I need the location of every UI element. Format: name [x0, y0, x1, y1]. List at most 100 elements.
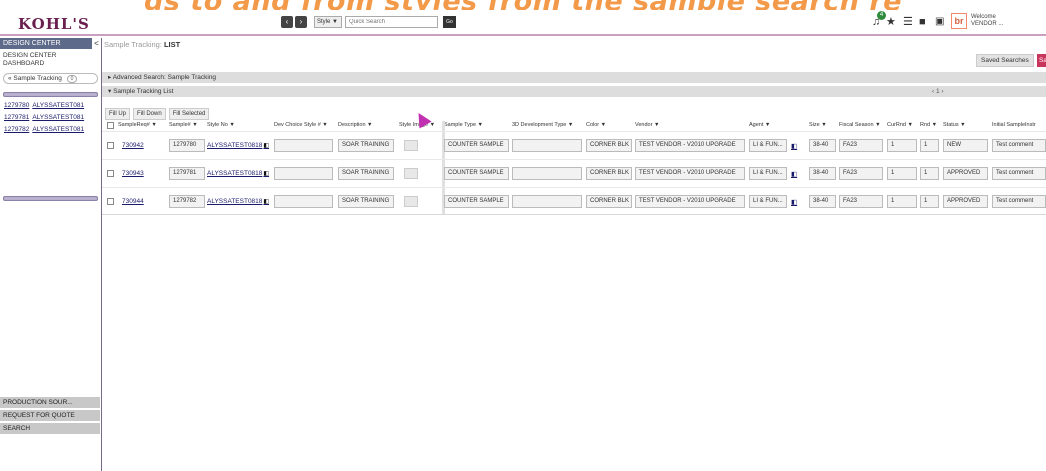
col-vendor[interactable]: Vendor ▼: [635, 122, 659, 128]
recent-item[interactable]: 1279780 ALYSSATEST081: [0, 100, 101, 112]
search-section[interactable]: SEARCH: [0, 423, 100, 435]
sample-number: 1279782: [169, 195, 205, 208]
table-body: 730942 1279780 ALYSSATEST0818◧ SOAR TRAI…: [102, 131, 1046, 215]
agent-lookup-icon[interactable]: ◧: [791, 142, 797, 150]
col-3d-dev-type[interactable]: 3D Development Type ▼: [512, 122, 573, 128]
col-currnd[interactable]: CurRnd ▼: [887, 122, 913, 128]
forward-arrow-icon[interactable]: ›: [295, 16, 307, 28]
rnd-field: 1: [920, 167, 939, 180]
production-sourcing-section[interactable]: PRODUCTION SOUR...: [0, 397, 100, 409]
col-initial-sample-instr[interactable]: Initial SampleInstr: [992, 122, 1036, 128]
style-image-placeholder-icon[interactable]: [404, 168, 418, 179]
col-status[interactable]: Status ▼: [943, 122, 966, 128]
col-style-no[interactable]: Style No ▼: [207, 122, 235, 128]
initial-instr-field: Test comment: [992, 167, 1046, 180]
recent-style[interactable]: ALYSSATEST081: [32, 126, 84, 133]
agent-field: LI & FUN...: [749, 139, 787, 152]
season-field: FA23: [839, 139, 883, 152]
col-samplereq[interactable]: SampleReq# ▼: [118, 122, 157, 128]
col-sample-type[interactable]: Sample Type ▼: [444, 122, 483, 128]
3d-dev-type-field[interactable]: [512, 139, 582, 152]
request-for-quote-section[interactable]: REQUEST FOR QUOTE: [0, 410, 100, 422]
collapse-icon[interactable]: <: [92, 38, 101, 49]
style-no-link[interactable]: ALYSSATEST0818◧: [207, 198, 269, 205]
top-bar: KOHL'S ‹ › Style ▼ Go ♫ 4 ★ ☰ ■ ▣ br Wel…: [0, 10, 1046, 36]
dev-choice-style-field[interactable]: [274, 195, 333, 208]
notification-badge: 4: [877, 11, 886, 20]
recent-item[interactable]: 1279782 ALYSSATEST081: [0, 124, 101, 136]
recent-item[interactable]: 1279781 ALYSSATEST081: [0, 112, 101, 124]
recent-style[interactable]: ALYSSATEST081: [32, 102, 84, 109]
table-row[interactable]: 730944 1279782 ALYSSATEST0818◧ SOAR TRAI…: [102, 187, 1046, 215]
col-color[interactable]: Color ▼: [586, 122, 606, 128]
col-dev-choice-style[interactable]: Dev Choice Style # ▼: [274, 122, 328, 128]
recent-id[interactable]: 1279781: [4, 114, 29, 121]
rnd-field: 1: [920, 139, 939, 152]
select-all-checkbox[interactable]: [107, 122, 114, 129]
sample-req-link[interactable]: 730943: [122, 170, 144, 177]
table-header: SampleReq# ▼ Sample# ▼ Style No ▼ Dev Ch…: [102, 121, 1046, 131]
kohls-logo[interactable]: KOHL'S: [18, 15, 90, 33]
agent-field: LI & FUN...: [749, 195, 787, 208]
style-image-placeholder-icon[interactable]: [404, 196, 418, 207]
back-arrow-icon[interactable]: ‹: [281, 16, 293, 28]
fill-up-button[interactable]: Fill Up: [105, 108, 131, 120]
sample-req-link[interactable]: 730944: [122, 198, 144, 205]
fill-toolbar: Fill Up Fill Down Fill Selected: [102, 108, 210, 120]
go-button[interactable]: Go: [443, 16, 456, 28]
external-link-icon[interactable]: ◧: [263, 171, 269, 177]
recent-id[interactable]: 1279782: [4, 126, 29, 133]
design-center-dashboard-link[interactable]: DESIGN CENTER DASHBOARD: [0, 49, 101, 71]
saved-searches-button[interactable]: Saved Searches: [976, 54, 1034, 67]
table-row[interactable]: 730943 1279781 ALYSSATEST0818◧ SOAR TRAI…: [102, 159, 1046, 187]
recent-style[interactable]: ALYSSATEST081: [32, 114, 84, 121]
agent-lookup-icon[interactable]: ◧: [791, 170, 797, 178]
dev-choice-style-field[interactable]: [274, 139, 333, 152]
style-no-text[interactable]: ALYSSATEST0818: [207, 170, 262, 177]
agent-lookup-icon[interactable]: ◧: [791, 198, 797, 206]
color-field: CORNER BLK: [586, 139, 632, 152]
sample-tracking-list-header[interactable]: ▾ Sample Tracking List ‹ 1 ›: [102, 86, 1046, 97]
row-checkbox[interactable]: [107, 142, 114, 149]
star-icon[interactable]: ★: [886, 16, 896, 28]
size-field: 38-40: [809, 167, 836, 180]
save-button[interactable]: Sa: [1037, 54, 1046, 67]
3d-dev-type-field[interactable]: [512, 195, 582, 208]
col-size[interactable]: Size ▼: [809, 122, 827, 128]
sample-req-link[interactable]: 730942: [122, 142, 144, 149]
row-checkbox[interactable]: [107, 198, 114, 205]
style-no-link[interactable]: ALYSSATEST0818◧: [207, 142, 269, 149]
dev-choice-style-field[interactable]: [274, 167, 333, 180]
external-link-icon[interactable]: ◧: [263, 199, 269, 205]
library-icon[interactable]: ☰: [903, 16, 913, 28]
col-rnd[interactable]: Rnd ▼: [920, 122, 937, 128]
style-no-text[interactable]: ALYSSATEST0818: [207, 198, 262, 205]
row-checkbox[interactable]: [107, 170, 114, 177]
table-row[interactable]: 730942 1279780 ALYSSATEST0818◧ SOAR TRAI…: [102, 131, 1046, 159]
3d-dev-type-field[interactable]: [512, 167, 582, 180]
style-no-text[interactable]: ALYSSATEST0818: [207, 142, 262, 149]
recent-scrollbar-bottom[interactable]: [3, 196, 98, 201]
fill-selected-button[interactable]: Fill Selected: [168, 108, 210, 120]
welcome-label: Welcome: [971, 14, 996, 20]
bag-icon[interactable]: ▣: [935, 16, 944, 28]
col-agent[interactable]: Agent ▼: [749, 122, 770, 128]
design-center-header[interactable]: DESIGN CENTER <: [0, 38, 101, 49]
fill-down-button[interactable]: Fill Down: [133, 108, 166, 120]
quick-search-input[interactable]: [345, 16, 438, 28]
sample-tracking-nav[interactable]: « Sample Tracking 0: [3, 73, 98, 84]
advanced-search-toggle[interactable]: ▸ Advanced Search: Sample Tracking: [102, 72, 1046, 83]
style-no-link[interactable]: ALYSSATEST0818◧: [207, 170, 269, 177]
col-fiscal-season[interactable]: Fiscal Season ▼: [839, 122, 881, 128]
welcome-user[interactable]: Welcome VENDOR ...: [971, 14, 1003, 28]
description-field: SOAR TRAINING: [338, 139, 394, 152]
style-image-placeholder-icon[interactable]: [404, 140, 418, 151]
col-description[interactable]: Description ▼: [338, 122, 372, 128]
external-link-icon[interactable]: ◧: [263, 143, 269, 149]
pager[interactable]: ‹ 1 ›: [932, 86, 944, 97]
recent-id[interactable]: 1279780: [4, 102, 29, 109]
recent-scrollbar-top[interactable]: [3, 92, 98, 97]
folder-icon[interactable]: ■: [919, 16, 926, 28]
search-type-select[interactable]: Style ▼: [314, 16, 342, 28]
col-sample[interactable]: Sample# ▼: [169, 122, 198, 128]
